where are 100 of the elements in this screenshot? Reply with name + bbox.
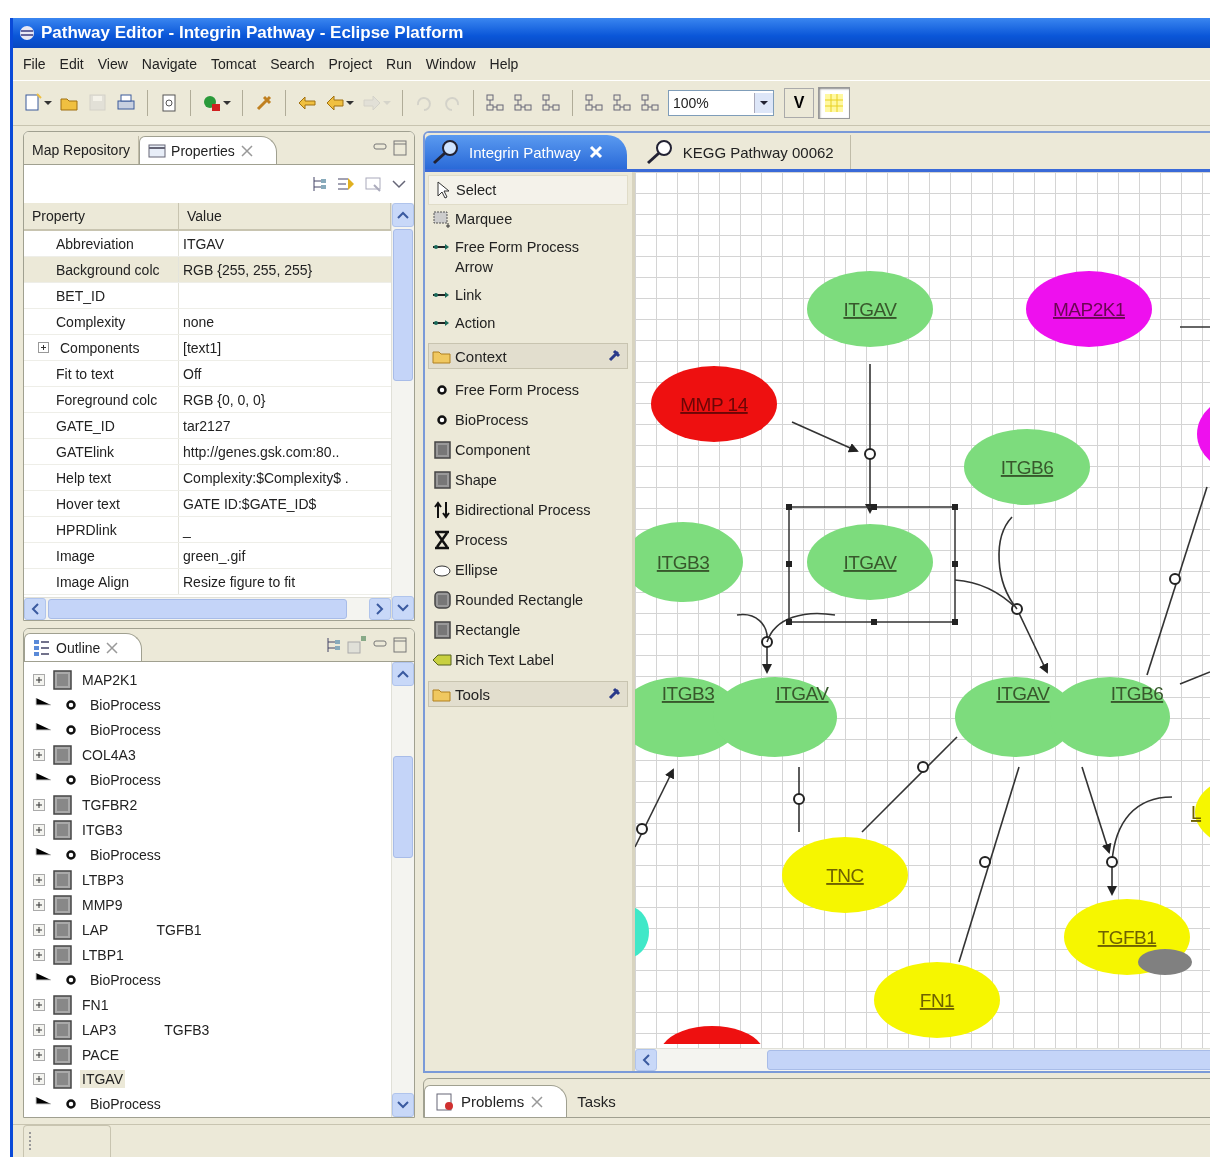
scrollbar[interactable] bbox=[24, 597, 391, 620]
property-value[interactable]: green_.gif bbox=[179, 547, 391, 564]
connector-line[interactable] bbox=[998, 516, 1018, 610]
scroll-up-button[interactable] bbox=[392, 662, 414, 686]
property-row[interactable]: GATElink http://genes.gsk.com:80.. bbox=[24, 439, 391, 465]
property-row[interactable]: HPRDlink _ bbox=[24, 517, 391, 543]
menu-item[interactable]: Tomcat bbox=[211, 56, 257, 72]
scroll-thumb[interactable] bbox=[393, 229, 413, 381]
menu-item[interactable]: Help bbox=[489, 56, 519, 72]
menu-item[interactable]: Edit bbox=[59, 56, 84, 72]
scroll-left-button[interactable] bbox=[24, 598, 46, 620]
scroll-up-button[interactable] bbox=[392, 203, 414, 227]
connector-line[interactable] bbox=[766, 612, 836, 643]
tree-icon[interactable] bbox=[310, 175, 328, 193]
palette-tool[interactable]: Marquee bbox=[428, 205, 628, 233]
property-row[interactable]: Image green_.gif bbox=[24, 543, 391, 569]
connector-line[interactable] bbox=[793, 766, 805, 833]
protein-node[interactable]: TNC bbox=[782, 837, 908, 913]
palette-drawer[interactable]: Context bbox=[428, 343, 628, 369]
panel-tab[interactable]: Outline bbox=[24, 633, 143, 661]
property-value[interactable]: http://genes.gsk.com:80.. bbox=[179, 443, 391, 460]
menu-item[interactable]: File bbox=[23, 56, 46, 72]
palette-tool[interactable]: Ellipse bbox=[428, 555, 628, 585]
property-value[interactable]: _ bbox=[179, 521, 391, 538]
tree-icon[interactable] bbox=[324, 636, 342, 654]
property-row[interactable]: Foreground colc RGB {0, 0, 0} bbox=[24, 387, 391, 413]
tree-item[interactable]: ITGB3 bbox=[80, 821, 125, 840]
connector-arrow[interactable] bbox=[791, 421, 859, 453]
property-row[interactable]: BET_ID bbox=[24, 283, 391, 309]
tree-item[interactable]: LAP bbox=[80, 920, 111, 939]
palette-tool[interactable]: Action bbox=[428, 309, 628, 337]
scrollbar[interactable] bbox=[635, 1048, 1210, 1071]
scroll-thumb[interactable] bbox=[393, 756, 413, 858]
zoom-combo[interactable]: 100% bbox=[668, 90, 774, 116]
property-value[interactable]: RGB {255, 255, 255} bbox=[179, 261, 391, 278]
property-value[interactable]: Complexity:$Complexity$ . bbox=[179, 469, 391, 486]
menu-item[interactable]: Project bbox=[328, 56, 373, 72]
protein-node[interactable]: FN1 bbox=[874, 962, 1000, 1038]
tree-item[interactable]: MAP2K1 bbox=[80, 671, 140, 690]
property-value[interactable]: ITGAV bbox=[179, 235, 391, 252]
filter-icon[interactable] bbox=[336, 175, 356, 193]
tree-item[interactable]: PACE bbox=[80, 1045, 122, 1064]
palette-tool[interactable]: Shape bbox=[428, 465, 628, 495]
close-icon[interactable] bbox=[239, 143, 254, 158]
grid-toggle[interactable] bbox=[818, 87, 850, 119]
palette-tool[interactable]: Rich Text Label bbox=[428, 645, 628, 675]
expand-icon[interactable] bbox=[38, 342, 49, 353]
menu-item[interactable]: View bbox=[97, 56, 128, 72]
connector-line[interactable] bbox=[1179, 671, 1210, 685]
tree-item[interactable]: BioProcess bbox=[88, 696, 163, 715]
scroll-down-button[interactable] bbox=[392, 1093, 414, 1117]
connector-arrow[interactable] bbox=[736, 613, 773, 674]
property-value[interactable]: none bbox=[179, 313, 391, 330]
menu-item[interactable]: Run bbox=[386, 56, 412, 72]
tree-item[interactable]: BioProcess bbox=[88, 846, 163, 865]
property-value[interactable]: GATE ID:$GATE_ID$ bbox=[179, 495, 391, 512]
protein-node[interactable] bbox=[635, 907, 649, 957]
palette-drawer[interactable]: Tools bbox=[428, 681, 628, 707]
scroll-down-button[interactable] bbox=[392, 596, 414, 620]
pin-icon[interactable] bbox=[607, 687, 621, 701]
tree-item[interactable]: LTBP1 bbox=[80, 945, 126, 964]
tree-item[interactable]: TGFBR2 bbox=[80, 796, 140, 815]
dropdown-caret-icon[interactable] bbox=[44, 100, 52, 106]
connector-arrow[interactable] bbox=[954, 579, 1049, 674]
property-value[interactable]: Resize figure to fit bbox=[179, 573, 391, 590]
connector-arrow[interactable] bbox=[635, 768, 674, 848]
scroll-thumb[interactable] bbox=[48, 599, 347, 619]
protein-node[interactable]: ITGAV bbox=[807, 271, 933, 347]
tree-item[interactable]: LTBP3 bbox=[80, 870, 126, 889]
property-row[interactable]: Fit to text Off bbox=[24, 361, 391, 387]
close-icon[interactable] bbox=[105, 640, 120, 655]
palette-tool[interactable]: Free Form Process Arrow bbox=[428, 233, 628, 281]
protein-node[interactable]: TGFB1 bbox=[1064, 899, 1192, 975]
tree-item[interactable]: LAP3 bbox=[80, 1020, 119, 1039]
menu-item[interactable]: Search bbox=[270, 56, 315, 72]
maximize-icon[interactable] bbox=[392, 139, 408, 157]
tree-item[interactable]: BioProcess bbox=[88, 721, 163, 740]
tree-item[interactable]: BioProcess bbox=[88, 970, 163, 989]
palette-tool[interactable]: Rounded Rectangle bbox=[428, 585, 628, 615]
close-icon[interactable] bbox=[530, 1094, 545, 1109]
palette-tool[interactable]: Link bbox=[428, 281, 628, 309]
dropdown-button[interactable] bbox=[754, 93, 773, 113]
property-row[interactable]: Background colc RGB {255, 255, 255} bbox=[24, 257, 391, 283]
tree-item[interactable]: MMP9 bbox=[80, 895, 125, 914]
protein-node[interactable] bbox=[663, 1026, 761, 1044]
connector-arrow[interactable] bbox=[1106, 796, 1173, 896]
menu-item[interactable]: Navigate bbox=[141, 56, 198, 72]
property-row[interactable]: Abbreviation ITGAV bbox=[24, 231, 391, 257]
scroll-right-button[interactable] bbox=[369, 598, 391, 620]
scrollbar[interactable] bbox=[391, 203, 414, 620]
maximize-icon[interactable] bbox=[392, 636, 408, 654]
palette-tool[interactable]: Rectangle bbox=[428, 615, 628, 645]
connector-arrow[interactable] bbox=[1081, 766, 1112, 854]
column-header[interactable]: Property bbox=[24, 203, 179, 229]
tree-item[interactable]: BioProcess bbox=[88, 1095, 163, 1114]
scroll-left-button[interactable] bbox=[635, 1049, 657, 1071]
palette-tool[interactable]: Bidirectional Process bbox=[428, 495, 628, 525]
connector-line[interactable] bbox=[958, 766, 1020, 963]
dropdown-caret-icon[interactable] bbox=[223, 100, 231, 106]
scroll-thumb[interactable] bbox=[767, 1050, 1210, 1070]
